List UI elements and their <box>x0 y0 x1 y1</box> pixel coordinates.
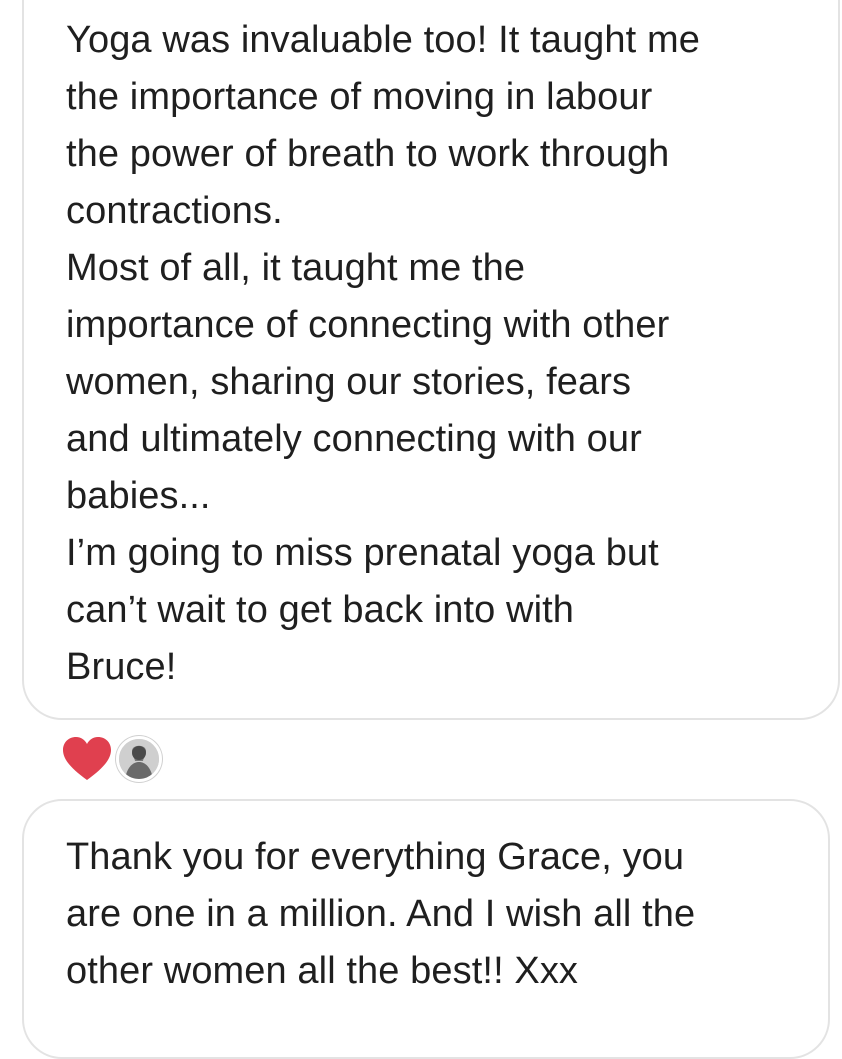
avatar[interactable] <box>116 736 162 782</box>
message-text-line: Most of all, it taught me the <box>66 247 526 289</box>
message-text-line: contractions. <box>66 190 283 232</box>
message-text-line: Bruce! <box>66 646 177 688</box>
message-text-line: are one in a million. And I wish all the <box>66 893 696 935</box>
message-text-line: women, sharing our stories, fears <box>66 361 632 403</box>
user-avatar-photo-icon <box>119 739 159 779</box>
message-bubble[interactable]: Thank you for everything Grace, you are … <box>22 799 830 1059</box>
message-bubble[interactable]: Yoga was invaluable too! It taught me th… <box>22 0 840 720</box>
message-text-line: Thank you for everything Grace, you <box>66 836 685 878</box>
message-text-line: babies... <box>66 475 211 517</box>
message-text-line: Yoga was invaluable too! It taught me <box>66 19 700 61</box>
message-reactions[interactable] <box>62 736 172 782</box>
heart-icon[interactable] <box>62 736 112 782</box>
message-text-line: other women all the best!! Xxx <box>66 950 579 992</box>
message-text-line: and ultimately connecting with our <box>66 418 642 460</box>
message-text-line: the importance of moving in labour <box>66 76 653 118</box>
message-text-line: I’m going to miss prenatal yoga but <box>66 532 659 574</box>
message-text-line: can’t wait to get back into with <box>66 589 575 631</box>
message-text-line: importance of connecting with other <box>66 304 670 346</box>
message-text-line: the power of breath to work through <box>66 133 670 175</box>
